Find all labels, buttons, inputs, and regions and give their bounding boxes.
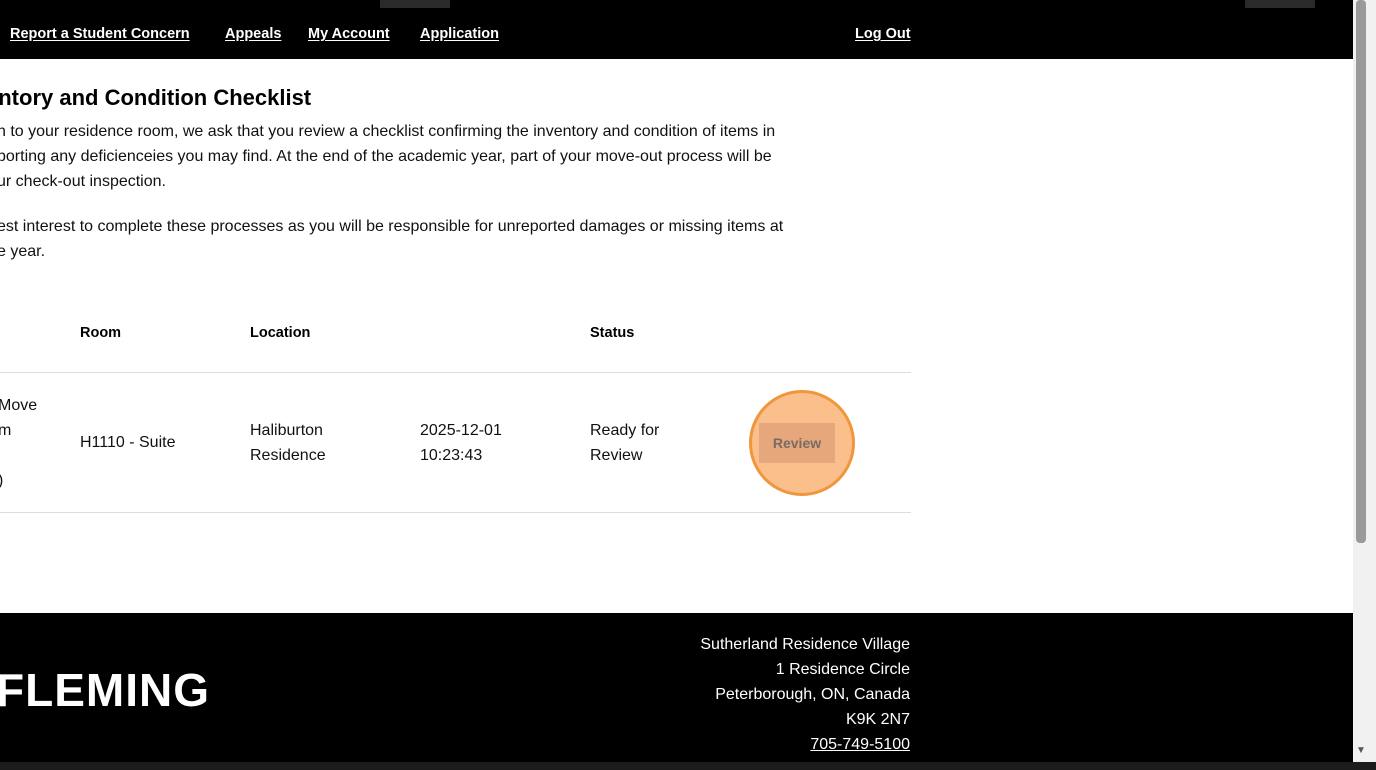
date-cell: 10:23:43	[420, 447, 483, 464]
location-cell: Haliburton	[250, 422, 323, 439]
intro-text-line: ur check-out inspection.	[0, 173, 166, 190]
room-cell: H1110 - Suite	[80, 434, 176, 451]
warning-text-line: e year.	[0, 243, 46, 260]
checklist-type-cell: Move	[0, 397, 38, 414]
column-header-status: Status	[590, 325, 635, 341]
status-cell: Ready for	[590, 422, 660, 439]
date-cell: 2025-12-01	[420, 422, 502, 439]
nav-link-appeals[interactable]: Appeals	[225, 26, 281, 42]
os-taskbar	[0, 762, 1376, 770]
footer-address-line: Peterborough, ON, Canada	[715, 686, 910, 703]
status-cell: Review	[590, 447, 643, 464]
column-header-room: Room	[80, 325, 122, 341]
footer-address-line: 1 Residence Circle	[775, 661, 910, 678]
footer-phone-link[interactable]: 705-749-5100	[810, 736, 910, 754]
location-cell: Residence	[250, 447, 326, 464]
table-divider	[0, 512, 911, 513]
fleming-logo: FLEMING	[0, 664, 210, 716]
column-header-location: Location	[250, 325, 311, 341]
intro-text-line: porting any deficienceies you may find. …	[0, 148, 772, 165]
top-navigation-bar: Report a Student Concern Appeals My Acco…	[0, 0, 1353, 59]
warning-text-line: est interest to complete these processes…	[0, 218, 784, 235]
nav-decoration	[380, 0, 450, 8]
page-title: entory and Condition Checklist	[0, 85, 312, 110]
checklist-type-cell: m	[0, 422, 12, 439]
footer-address-line: K9K 2N7	[845, 711, 910, 728]
nav-link-report-concern[interactable]: Report a Student Concern	[10, 26, 190, 42]
nav-link-application[interactable]: Application	[420, 26, 499, 42]
scrollbar-thumb[interactable]	[1356, 0, 1366, 543]
nav-link-my-account[interactable]: My Account	[308, 26, 390, 42]
review-button[interactable]: Review	[759, 423, 835, 463]
scroll-down-arrow-icon[interactable]: ▼	[1356, 745, 1366, 756]
footer-address-line: Sutherland Residence Village	[700, 636, 910, 653]
nav-decoration	[1245, 0, 1315, 8]
intro-text-line: n to your residence room, we ask that yo…	[0, 123, 776, 140]
nav-link-log-out[interactable]: Log Out	[855, 26, 911, 42]
checklist-type-cell: )	[0, 468, 3, 493]
table-divider	[0, 372, 911, 373]
